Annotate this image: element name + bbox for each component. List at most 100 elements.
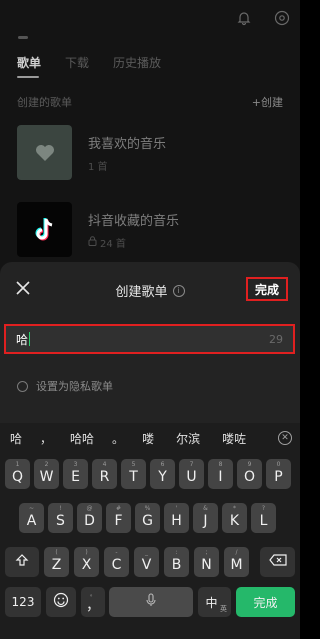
key-letter: W	[39, 468, 54, 485]
language-switch-key[interactable]: 中 英	[198, 587, 231, 617]
key-letter: U	[186, 468, 197, 485]
key-letter: C	[111, 556, 122, 573]
key-h[interactable]: ' H	[164, 503, 189, 533]
key-k[interactable]: * K	[222, 503, 247, 533]
tab-history[interactable]: 历史播放	[113, 54, 161, 71]
key-secondary-char: &	[203, 505, 208, 512]
key-b[interactable]: :B	[164, 547, 189, 577]
key-letter: P	[274, 468, 283, 485]
key-letter: F	[114, 512, 123, 529]
key-secondary-char: )	[85, 549, 88, 556]
key-secondary-char: /	[235, 549, 238, 556]
key-d[interactable]: @ D	[77, 503, 102, 533]
lock-icon	[88, 235, 97, 249]
numbers-key[interactable]: 123	[5, 587, 41, 617]
key-secondary-char: :	[175, 549, 178, 556]
candidate-word[interactable]: 喽咗	[222, 430, 246, 447]
key-letter: N	[201, 556, 212, 573]
key-letter: T	[129, 468, 138, 485]
created-playlists-header: 创建的歌单 +创建	[17, 94, 283, 110]
key-secondary-char: ?	[261, 505, 266, 512]
key-y[interactable]: 6Y	[150, 459, 175, 489]
enter-done-key[interactable]: 完成	[236, 587, 295, 617]
collapse-candidates-icon[interactable]: ✕	[278, 431, 292, 445]
key-letter: Q	[11, 468, 24, 485]
shift-arrow-icon	[15, 553, 29, 571]
create-playlist-link[interactable]: +创建	[252, 94, 283, 110]
key-secondary-char: 5	[131, 461, 136, 468]
text-cursor	[29, 332, 31, 346]
key-w[interactable]: 2W	[34, 459, 59, 489]
key-f[interactable]: # F	[106, 503, 131, 533]
tab-playlists[interactable]: 歌单	[17, 54, 41, 71]
playlist-cover	[17, 125, 72, 180]
key-x[interactable]: ) X	[74, 547, 99, 577]
key-secondary-char: 8	[218, 461, 223, 468]
info-icon[interactable]: i	[172, 284, 185, 297]
key-secondary-char: 9	[247, 461, 252, 468]
key-e[interactable]: 3E	[63, 459, 88, 489]
top-toolbar	[236, 10, 290, 26]
key-letter: D	[84, 512, 95, 529]
key-a[interactable]: ~ A	[19, 503, 44, 533]
backspace-icon	[268, 554, 287, 570]
candidate-word[interactable]: 尔滨	[176, 430, 200, 447]
key-g[interactable]: % G	[135, 503, 160, 533]
key-letter: B	[171, 556, 182, 573]
key-secondary-char: 3	[73, 461, 78, 468]
candidate-word[interactable]: ，	[40, 430, 52, 447]
key-secondary-char: @	[86, 505, 93, 512]
shift-key[interactable]	[5, 547, 39, 577]
comma-key-sup: 。	[89, 591, 96, 598]
key-letter: X	[81, 556, 92, 573]
key-u[interactable]: 7U	[179, 459, 204, 489]
emoji-key[interactable]	[46, 587, 76, 617]
key-i[interactable]: 8I	[208, 459, 233, 489]
key-c[interactable]: -C	[104, 547, 129, 577]
comma-key[interactable]: 。 ，	[81, 587, 105, 617]
candidate-word[interactable]: 哈	[10, 430, 22, 447]
key-secondary-char: 6	[160, 461, 165, 468]
playlist-title: 我喜欢的音乐	[88, 136, 167, 152]
candidate-word[interactable]: 喽	[142, 430, 154, 447]
key-letter: E	[71, 468, 80, 485]
playlist-cover	[17, 202, 72, 257]
candidate-bar: 哈 ， 哈哈 。 喽 尔滨 喽咗 ✕	[0, 423, 300, 453]
bell-icon[interactable]	[236, 10, 252, 26]
key-q[interactable]: 1Q	[5, 459, 30, 489]
input-value: 哈	[16, 332, 29, 347]
active-tab-indicator	[17, 76, 39, 78]
key-o[interactable]: 9O	[237, 459, 262, 489]
key-letter: V	[141, 556, 152, 573]
private-radio[interactable]	[17, 380, 28, 392]
settings-icon[interactable]	[274, 10, 290, 26]
candidate-word[interactable]: 哈哈	[70, 430, 94, 447]
key-p[interactable]: 0P	[266, 459, 291, 489]
playlist-item[interactable]: 抖音收藏的音乐 24 首	[17, 202, 179, 257]
done-button[interactable]: 完成	[246, 277, 288, 301]
private-option[interactable]: 设置为隐私歌单	[17, 378, 113, 394]
key-letter: K	[229, 512, 240, 529]
sheet-title-text: 创建歌单	[115, 285, 168, 300]
key-l[interactable]: ? L	[251, 503, 276, 533]
key-letter: M	[230, 556, 243, 573]
key-secondary-char: ;	[205, 549, 208, 556]
char-counter: 29	[269, 332, 283, 346]
key-z[interactable]: (Z	[44, 547, 69, 577]
key-r[interactable]: 4R	[92, 459, 117, 489]
key-n[interactable]: ; N	[194, 547, 219, 577]
key-secondary-char: 7	[189, 461, 194, 468]
playlist-name-input[interactable]: 哈 29	[4, 324, 295, 354]
key-m[interactable]: / M	[224, 547, 249, 577]
key-j[interactable]: & J	[193, 503, 218, 533]
playlist-item[interactable]: 我喜欢的音乐 1 首	[17, 125, 166, 180]
key-v[interactable]: _ V	[134, 547, 159, 577]
key-secondary-char: '	[175, 505, 178, 512]
key-t[interactable]: 5T	[121, 459, 146, 489]
tab-downloads[interactable]: 下载	[65, 54, 89, 71]
candidate-word[interactable]: 。	[112, 430, 124, 447]
space-key[interactable]	[109, 587, 193, 617]
key-s[interactable]: ! S	[48, 503, 73, 533]
backspace-key[interactable]	[260, 547, 295, 577]
library-tabs: 歌单 下载 历史播放	[17, 54, 161, 71]
